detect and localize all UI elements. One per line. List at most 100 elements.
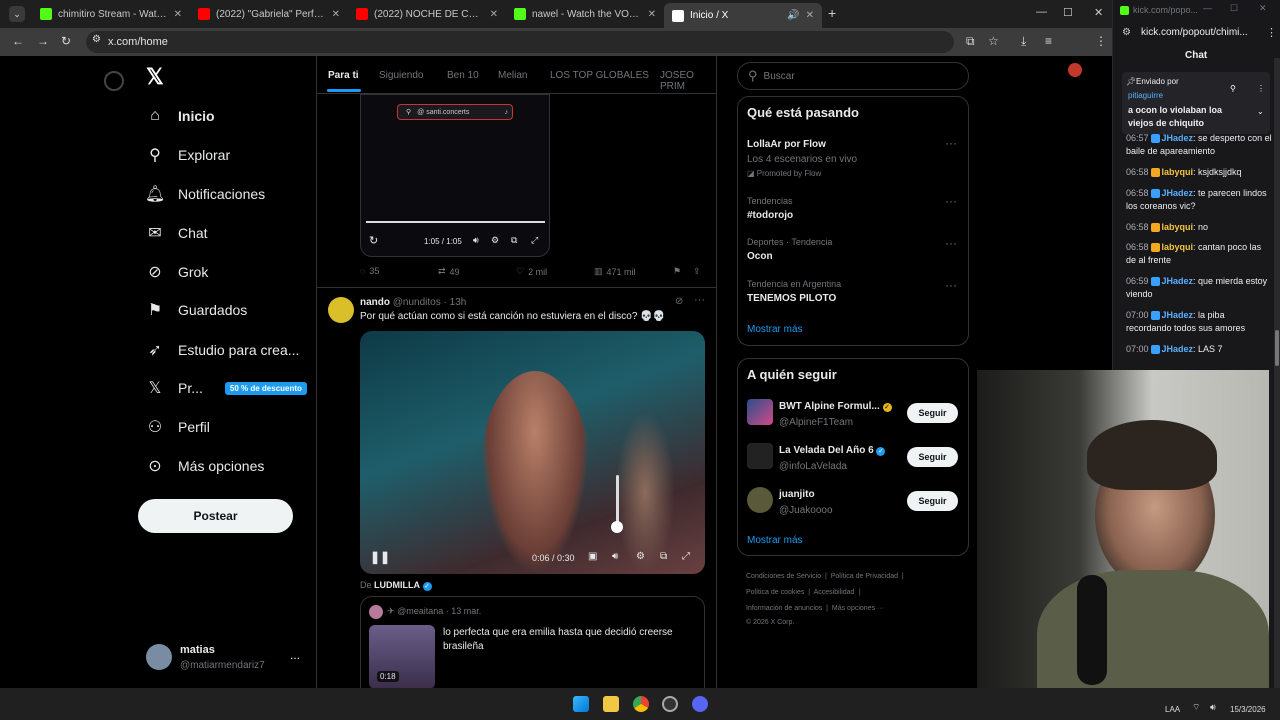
volume-icon[interactable]: 🔊︎ bbox=[473, 235, 479, 246]
pinned-user[interactable]: pitiaguirre bbox=[1128, 91, 1163, 100]
close-tab-icon[interactable]: ✕ bbox=[806, 10, 814, 21]
cast-icon[interactable]: ⧉ bbox=[966, 34, 975, 49]
maximize-icon[interactable]: ☐ bbox=[1230, 3, 1238, 14]
close-tab-icon[interactable]: ✕ bbox=[332, 9, 340, 20]
follow-suggestion[interactable]: BWT Alpine Formul... ✓ @AlpineF1Team bbox=[779, 401, 892, 428]
avatar[interactable] bbox=[328, 297, 354, 323]
message-user[interactable]: JHadez bbox=[1162, 188, 1194, 198]
minimize-icon[interactable]: — bbox=[1203, 3, 1212, 13]
bookmark-star-icon[interactable]: ☆ bbox=[988, 34, 999, 48]
volume-icon[interactable]: 🔊︎ bbox=[612, 551, 618, 562]
follow-suggestion[interactable]: juanjito @Juakoooo bbox=[779, 489, 833, 516]
more-icon[interactable]: ⋮ bbox=[1257, 84, 1265, 93]
views-action[interactable]: ▥ 471 mil bbox=[594, 266, 636, 277]
footer-link[interactable]: Política de Privacidad bbox=[831, 573, 898, 580]
message-user[interactable]: JHadez bbox=[1162, 276, 1194, 286]
site-info-icon[interactable]: ⚙ bbox=[1122, 27, 1131, 38]
browser-tab[interactable]: nawel - Watch the VOD on Kick ✕ bbox=[506, 3, 664, 25]
more-icon[interactable]: ··· bbox=[945, 194, 957, 208]
reply-action[interactable]: ◌ 35 bbox=[360, 266, 379, 276]
network-icon[interactable]: ⌔ bbox=[1192, 702, 1200, 713]
media-icon[interactable]: ≡ bbox=[1045, 34, 1052, 48]
tab-melian[interactable]: Melian bbox=[498, 70, 527, 81]
tab-list-chevron-icon[interactable]: ⌄ bbox=[9, 6, 25, 22]
account-more-icon[interactable]: ... bbox=[290, 648, 300, 662]
volume-slider[interactable] bbox=[616, 475, 619, 525]
author-name[interactable]: nando bbox=[360, 297, 390, 308]
fullscreen-icon[interactable]: ⤢ bbox=[682, 551, 690, 562]
nav-item-explore[interactable]: ⚲ Explorar bbox=[146, 146, 230, 164]
volume-knob[interactable] bbox=[611, 521, 623, 533]
close-tab-icon[interactable]: ✕ bbox=[648, 9, 656, 20]
show-more-follow[interactable]: Mostrar más bbox=[747, 535, 803, 546]
like-action[interactable]: ♡ 2 mil bbox=[516, 266, 547, 277]
tab-top-globales[interactable]: LOS TOP GLOBALES bbox=[550, 70, 649, 81]
x-logo-icon[interactable]: 𝕏 bbox=[146, 64, 164, 90]
back-icon[interactable]: ← bbox=[12, 34, 24, 48]
nav-item-premium[interactable]: 𝕏 Pr... 50 % de descuento bbox=[146, 379, 307, 397]
tab-for-you[interactable]: Para ti bbox=[328, 70, 359, 81]
trend-item[interactable]: Tendencia en Argentina TENEMOS PILOTO bbox=[747, 279, 841, 304]
message-user[interactable]: labyqui bbox=[1162, 242, 1194, 252]
replay-icon[interactable]: ↻ bbox=[369, 234, 378, 247]
close-tab-icon[interactable]: ✕ bbox=[174, 9, 182, 20]
bookmark-icon[interactable]: ⚑ bbox=[673, 266, 681, 277]
settings-icon[interactable]: ⚙ bbox=[636, 551, 645, 562]
message-user[interactable]: labyqui bbox=[1162, 167, 1194, 177]
pin-icon[interactable]: ⚲ bbox=[1230, 84, 1236, 93]
browser-tab[interactable]: (2022) "Gabriela" Performance ✕ bbox=[190, 3, 348, 25]
date-display[interactable]: 15/3/2026 bbox=[1230, 705, 1266, 714]
browser-tab-active[interactable]: Inicio / X 🔊 ✕ bbox=[664, 3, 822, 28]
nav-item-profile[interactable]: ⚇ Perfil bbox=[146, 418, 210, 436]
chevron-down-icon[interactable]: ⌄ bbox=[1257, 107, 1264, 116]
menu-icon[interactable]: ⋮ bbox=[1266, 26, 1277, 39]
fullscreen-icon[interactable]: ⤢ bbox=[531, 235, 538, 246]
nav-item-creator-studio[interactable]: ➶ Estudio para crea... bbox=[146, 341, 299, 359]
avatar[interactable] bbox=[747, 487, 773, 513]
follow-suggestion[interactable]: La Velada Del Año 6 ✓ @infoLaVelada bbox=[779, 445, 886, 472]
minimize-icon[interactable]: — bbox=[1036, 6, 1047, 18]
pinned-message[interactable]: 📌︎ Enviado por pitiaguirre ⚲ ⋮ ⌄ a ocon … bbox=[1122, 72, 1270, 134]
nav-item-grok[interactable]: ⊘ Grok bbox=[146, 263, 208, 281]
follow-button[interactable]: Seguir bbox=[907, 403, 958, 423]
search-box[interactable]: ⚲ bbox=[737, 62, 969, 90]
tab-joseo[interactable]: JOSEO PRIM bbox=[660, 70, 716, 92]
footer-link[interactable]: Más opciones ··· bbox=[832, 605, 884, 612]
pip-icon[interactable]: ⧉ bbox=[660, 551, 667, 562]
more-icon[interactable]: ··· bbox=[694, 294, 705, 306]
file-explorer-icon[interactable] bbox=[603, 696, 619, 712]
download-icon[interactable]: ⤓ bbox=[1021, 34, 1026, 49]
chrome-icon[interactable] bbox=[633, 696, 649, 712]
volume-tray-icon[interactable]: 🔊︎ bbox=[1210, 702, 1216, 713]
share-icon[interactable]: ⇪ bbox=[693, 266, 701, 277]
chat-scrollbar-thumb[interactable] bbox=[1275, 330, 1279, 366]
audio-icon[interactable]: 🔊 bbox=[787, 10, 799, 21]
avatar[interactable] bbox=[747, 443, 773, 469]
close-tab-icon[interactable]: ✕ bbox=[490, 9, 498, 20]
trend-item[interactable]: Deportes · Tendencia Ocon bbox=[747, 237, 832, 262]
profile-avatar[interactable] bbox=[1068, 63, 1082, 77]
menu-icon[interactable]: ⋮ bbox=[1095, 34, 1107, 48]
obs-icon[interactable] bbox=[662, 696, 678, 712]
source-name[interactable]: LUDMILLA bbox=[374, 580, 420, 590]
reload-icon[interactable]: ↻ bbox=[61, 34, 71, 48]
maximize-icon[interactable]: ☐ bbox=[1063, 6, 1073, 19]
footer-link[interactable]: Política de cookies bbox=[746, 589, 804, 596]
close-window-icon[interactable]: ✕ bbox=[1259, 3, 1267, 14]
promo-trend[interactable]: LollaAr por Flow Los 4 escenarios en viv… bbox=[747, 139, 857, 178]
address-bar[interactable]: x.com/home bbox=[86, 31, 954, 53]
more-icon[interactable]: ··· bbox=[945, 278, 957, 292]
account-switcher[interactable]: matias @matiarmendariz7 ... bbox=[146, 644, 306, 672]
chat-scrollbar[interactable] bbox=[1274, 58, 1280, 688]
post-video[interactable]: ⚲ @ santi.concerts ♪ ↻ 1:05 / 1:05 🔊︎ ⚙ ⧉ … bbox=[360, 94, 550, 257]
nav-item-more[interactable]: ⊙ Más opciones bbox=[146, 457, 264, 475]
pause-icon[interactable]: ❚❚ bbox=[370, 550, 390, 564]
site-info-icon[interactable]: ⚙ bbox=[92, 34, 101, 45]
message-user[interactable]: JHadez bbox=[1162, 344, 1194, 354]
browser-tab[interactable]: chimitiro Stream - Watch Live o ✕ bbox=[32, 3, 190, 25]
author-handle[interactable]: @nunditos bbox=[393, 297, 441, 308]
browser-tab[interactable]: (2022) NOCHE DE CHICAS CON ✕ bbox=[348, 3, 506, 25]
close-window-icon[interactable]: ✕ bbox=[1094, 6, 1103, 19]
captions-icon[interactable]: ▣ bbox=[588, 551, 597, 562]
search-input[interactable] bbox=[763, 70, 944, 82]
